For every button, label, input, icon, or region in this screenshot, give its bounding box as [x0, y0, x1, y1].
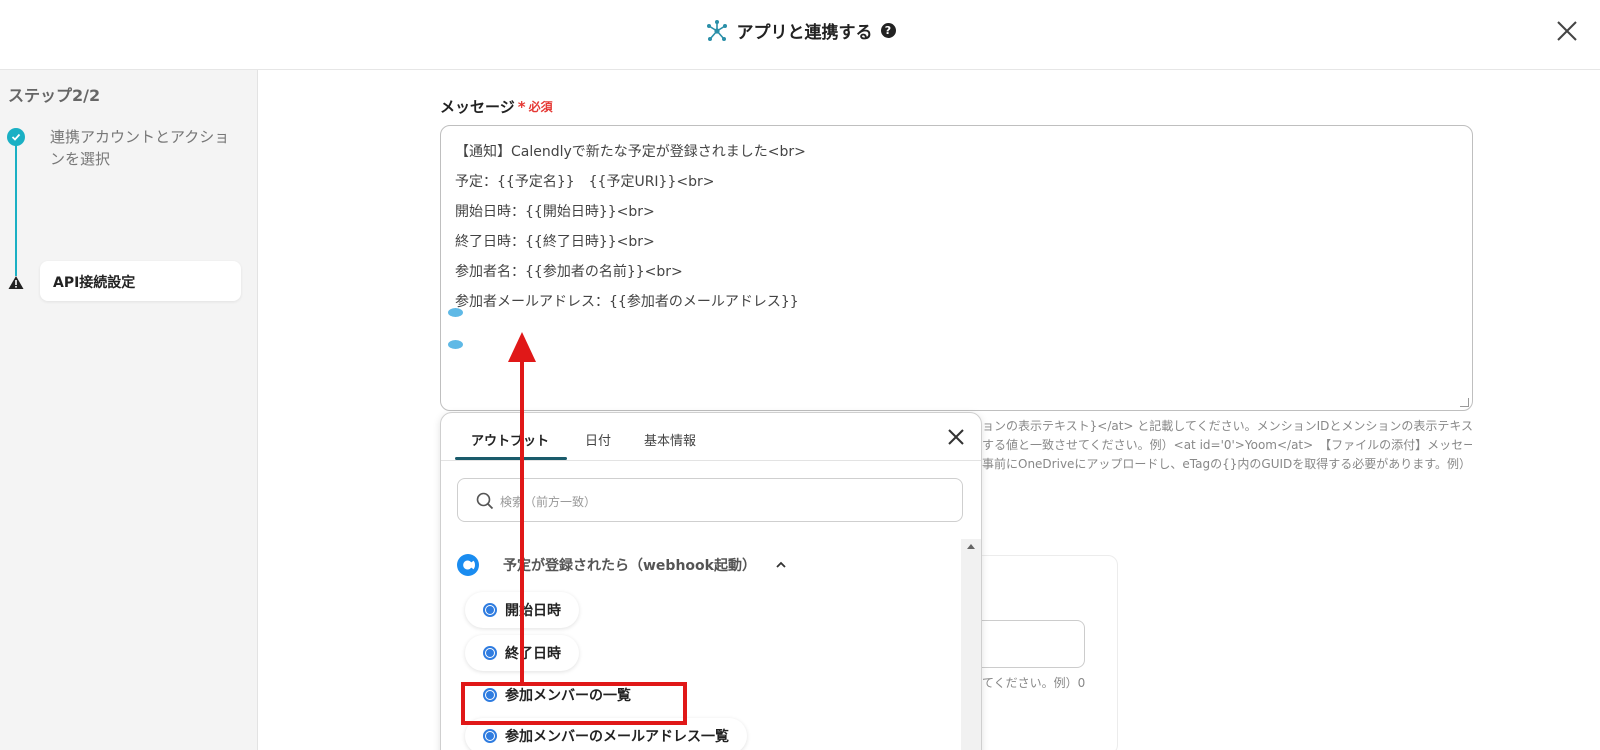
drag-handle-icon[interactable]	[448, 308, 463, 317]
help-text-line: する値と一致させてください。例）<at id='0'>Yoom</at> 【ファ…	[982, 438, 1472, 452]
drag-handle-icon[interactable]	[448, 340, 463, 349]
radio-icon	[483, 646, 497, 660]
radio-icon	[483, 729, 497, 743]
active-tab-indicator	[455, 457, 567, 460]
search-icon	[476, 492, 494, 510]
tab-basic-info[interactable]: 基本情報	[644, 430, 696, 449]
search-placeholder: 検索（前方一致）	[500, 495, 597, 509]
annotation-highlight-box	[461, 682, 687, 725]
check-icon	[7, 128, 25, 146]
message-line: 予定：{{予定名}} {{予定URI}}<br>	[455, 174, 715, 190]
help-text-line: 事前にOneDriveにアップロードし、eTagの{}内のGUIDを取得する必要…	[982, 457, 1472, 471]
search-input[interactable]: 検索（前方一致）	[457, 478, 963, 522]
output-item-label: 開始日時	[505, 603, 561, 619]
page-title: アプリと連携する	[736, 23, 873, 43]
tab-date[interactable]: 日付	[585, 430, 611, 449]
output-item[interactable]: 終了日時	[465, 635, 579, 671]
output-item-label: 参加メンバーのメールアドレス一覧	[505, 729, 729, 745]
step-2-label: API接続設定	[53, 275, 136, 291]
step-indicator: ステップ2/2	[8, 86, 101, 105]
warning-icon	[8, 275, 24, 294]
network-icon	[706, 19, 727, 41]
tab-output[interactable]: アウトプット	[471, 430, 549, 449]
message-textarea[interactable]: 【通知】Calendlyで新たな予定が登録されました<br> 予定：{{予定名}…	[440, 125, 1473, 411]
modal-header: アプリと連携する ?	[0, 0, 1600, 70]
scroll-up-icon[interactable]	[967, 544, 975, 549]
message-line: 【通知】Calendlyで新たな予定が登録されました<br>	[455, 144, 806, 160]
close-icon[interactable]	[1554, 18, 1580, 44]
required-star: *	[517, 97, 526, 116]
popup-tabs: アウトプット 日付 基本情報	[441, 413, 981, 461]
message-line: 終了日時：{{終了日時}}<br>	[455, 234, 655, 250]
required-text: 必須	[528, 100, 553, 114]
output-item-label: 終了日時	[505, 646, 561, 662]
radio-icon	[483, 603, 497, 617]
scrollbar[interactable]	[961, 539, 981, 750]
background-hint: てください。例）0	[982, 676, 1086, 690]
help-icon[interactable]: ?	[880, 23, 896, 38]
resize-handle[interactable]	[1460, 398, 1469, 407]
output-group-header[interactable]: 予定が登録されたら（webhook起動）	[455, 551, 786, 579]
output-item[interactable]: 開始日時	[465, 592, 579, 628]
message-line: 開始日時：{{開始日時}}<br>	[455, 204, 655, 220]
message-label: メッセージ * 必須	[440, 96, 553, 117]
close-icon[interactable]	[947, 428, 965, 446]
step-2-item[interactable]: API接続設定	[40, 261, 241, 301]
step-1-label[interactable]: 連携アカウントとアクションを選択	[50, 126, 240, 170]
group-label: 予定が登録されたら（webhook起動）	[503, 558, 756, 574]
chevron-up-icon[interactable]	[776, 560, 786, 570]
calendly-icon	[457, 554, 479, 576]
step-connector	[15, 136, 17, 276]
message-label-text: メッセージ	[440, 98, 515, 116]
header-title-group: アプリと連携する ?	[0, 18, 1600, 43]
message-line: 参加者メールアドレス：{{参加者のメールアドレス}}	[455, 294, 799, 310]
message-line: 参加者名：{{参加者の名前}}<br>	[455, 264, 683, 280]
step-sidebar: ステップ2/2 連携アカウントとアクションを選択 API接続設定	[0, 70, 258, 750]
help-text-line: ョンの表示テキスト}</at> と記載してください。メンションIDとメンションの…	[982, 419, 1472, 433]
